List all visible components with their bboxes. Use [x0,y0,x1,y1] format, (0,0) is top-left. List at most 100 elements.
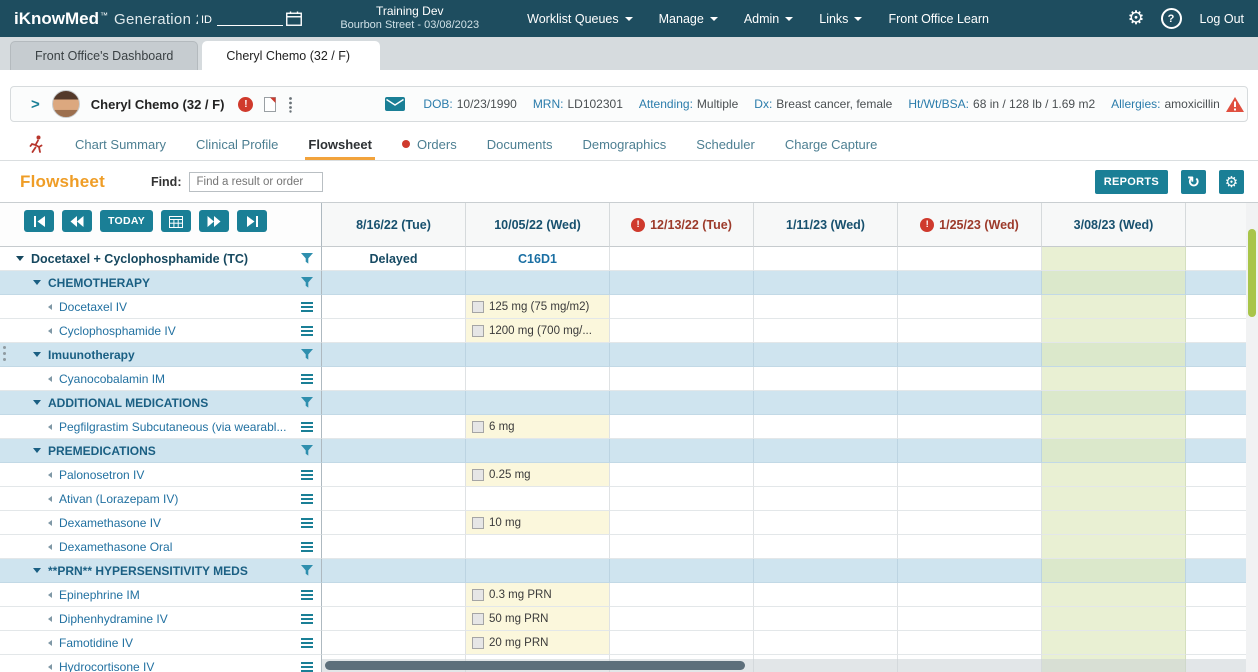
flowsheet-cell[interactable]: 6 mg [466,415,610,439]
calendar-picker-button[interactable] [161,210,191,232]
expand-banner-chevron[interactable] [31,96,40,113]
value-checkbox[interactable] [472,325,484,337]
value-checkbox[interactable] [472,613,484,625]
collapse-marker-icon[interactable] [48,304,52,310]
patient-alert-icon[interactable] [238,97,253,112]
row-menu-icon[interactable] [301,614,313,624]
expand-arrow-icon[interactable] [33,568,41,573]
last-date-button[interactable] [237,210,267,232]
previous-dates-button[interactable] [62,210,92,232]
row-label-cell[interactable]: CHEMOTHERAPY [0,271,322,295]
row-label-cell[interactable]: Pegfilgrastim Subcutaneous (via wearabl.… [0,415,322,439]
collapse-marker-icon[interactable] [48,472,52,478]
date-column-header[interactable]: 3/08/23 (Wed) [1042,203,1186,247]
collapse-marker-icon[interactable] [48,520,52,526]
collapse-marker-icon[interactable] [48,592,52,598]
collapse-marker-icon[interactable] [48,544,52,550]
date-column-header[interactable]: 1/11/23 (Wed) [754,203,898,247]
value-checkbox[interactable] [472,469,484,481]
value-checkbox[interactable] [472,421,484,433]
collapse-marker-icon[interactable] [48,376,52,382]
id-input[interactable] [217,9,283,26]
tab-scheduler[interactable]: Scheduler [696,128,755,160]
row-label-cell[interactable]: Hydrocortisone IV [0,655,322,672]
value-checkbox[interactable] [472,589,484,601]
filter-icon[interactable] [301,349,313,360]
front-office-learn-link[interactable]: Front Office Learn [888,12,989,26]
more-options-dots-icon[interactable] [287,96,294,113]
row-label-cell[interactable]: Docetaxel IV [0,295,322,319]
row-menu-icon[interactable] [301,374,313,384]
collapse-marker-icon[interactable] [48,496,52,502]
tab-flowsheet[interactable]: Flowsheet [308,128,372,160]
horizontal-scrollbar[interactable] [322,659,1258,672]
row-label-cell[interactable]: Epinephrine IM [0,583,322,607]
tab-documents[interactable]: Documents [487,128,553,160]
row-menu-icon[interactable] [301,662,313,672]
flowsheet-cell[interactable]: C16D1 [466,247,610,271]
tab-chart-summary[interactable]: Chart Summary [75,128,166,160]
flowsheet-cell[interactable]: Delayed [322,247,466,271]
row-menu-icon[interactable] [301,590,313,600]
tab-patient-cheryl-chemo[interactable]: Cheryl Chemo (32 / F) [202,41,380,70]
menu-admin[interactable]: Admin [744,12,793,26]
first-date-button[interactable] [24,210,54,232]
date-column-header[interactable]: 10/05/22 (Wed) [466,203,610,247]
horizontal-scrollbar-thumb[interactable] [325,661,745,670]
filter-icon[interactable] [301,397,313,408]
panel-resize-handle[interactable] [1,336,7,370]
filter-icon[interactable] [301,253,313,264]
date-column-header[interactable]: 12/13/22 (Tue) [610,203,754,247]
flowsheet-cell[interactable]: 1200 mg (700 mg/... [466,319,610,343]
row-label-cell[interactable]: Famotidine IV [0,631,322,655]
next-dates-button[interactable] [199,210,229,232]
row-menu-icon[interactable] [301,302,313,312]
flowsheet-cell[interactable]: 0.25 mg [466,463,610,487]
filter-icon[interactable] [301,277,313,288]
tab-demographics[interactable]: Demographics [582,128,666,160]
row-menu-icon[interactable] [301,494,313,504]
row-label-cell[interactable]: **PRN** HYPERSENSITIVITY MEDS [0,559,322,583]
collapse-marker-icon[interactable] [48,616,52,622]
row-label-cell[interactable]: Cyclophosphamide IV [0,319,322,343]
help-icon[interactable] [1161,8,1182,29]
flowsheet-cell[interactable]: 125 mg (75 mg/m2) [466,295,610,319]
flowsheet-cell[interactable]: 10 mg [466,511,610,535]
row-label-cell[interactable]: Docetaxel + Cyclophosphamide (TC) [0,247,322,271]
row-menu-icon[interactable] [301,422,313,432]
logout-button[interactable]: Log Out [1200,12,1244,26]
expand-arrow-icon[interactable] [33,352,41,357]
find-input[interactable] [189,172,323,192]
collapse-marker-icon[interactable] [48,640,52,646]
patient-avatar[interactable] [52,90,80,118]
collapse-marker-icon[interactable] [48,664,52,670]
vertical-scrollbar-thumb[interactable] [1248,229,1256,317]
flowsheet-cell[interactable]: 50 mg PRN [466,607,610,631]
row-label-cell[interactable]: Dexamethasone IV [0,511,322,535]
row-label-cell[interactable]: Diphenhydramine IV [0,607,322,631]
settings-gear-icon[interactable] [1127,9,1144,28]
value-checkbox[interactable] [472,301,484,313]
collapse-marker-icon[interactable] [48,328,52,334]
value-checkbox[interactable] [472,517,484,529]
row-label-cell[interactable]: Imuunotherapy [0,343,322,367]
row-menu-icon[interactable] [301,326,313,336]
date-column-header[interactable]: 1/25/23 (Wed) [898,203,1042,247]
menu-links[interactable]: Links [819,12,862,26]
calendar-icon[interactable] [286,11,302,26]
refresh-button[interactable] [1181,170,1206,194]
row-menu-icon[interactable] [301,638,313,648]
row-menu-icon[interactable] [301,470,313,480]
row-label-cell[interactable]: Ativan (Lorazepam IV) [0,487,322,511]
row-label-cell[interactable]: Dexamethasone Oral [0,535,322,559]
collapse-marker-icon[interactable] [48,424,52,430]
vertical-scrollbar[interactable] [1246,203,1258,672]
expand-arrow-icon[interactable] [33,400,41,405]
tab-charge-capture[interactable]: Charge Capture [785,128,878,160]
menu-worklist-queues[interactable]: Worklist Queues [527,12,632,26]
tab-orders[interactable]: Orders [402,128,457,160]
today-button[interactable]: TODAY [100,210,153,232]
filter-icon[interactable] [301,565,313,576]
patient-message-envelope-icon[interactable] [385,97,405,111]
allergy-warning-icon[interactable] [1226,97,1244,112]
